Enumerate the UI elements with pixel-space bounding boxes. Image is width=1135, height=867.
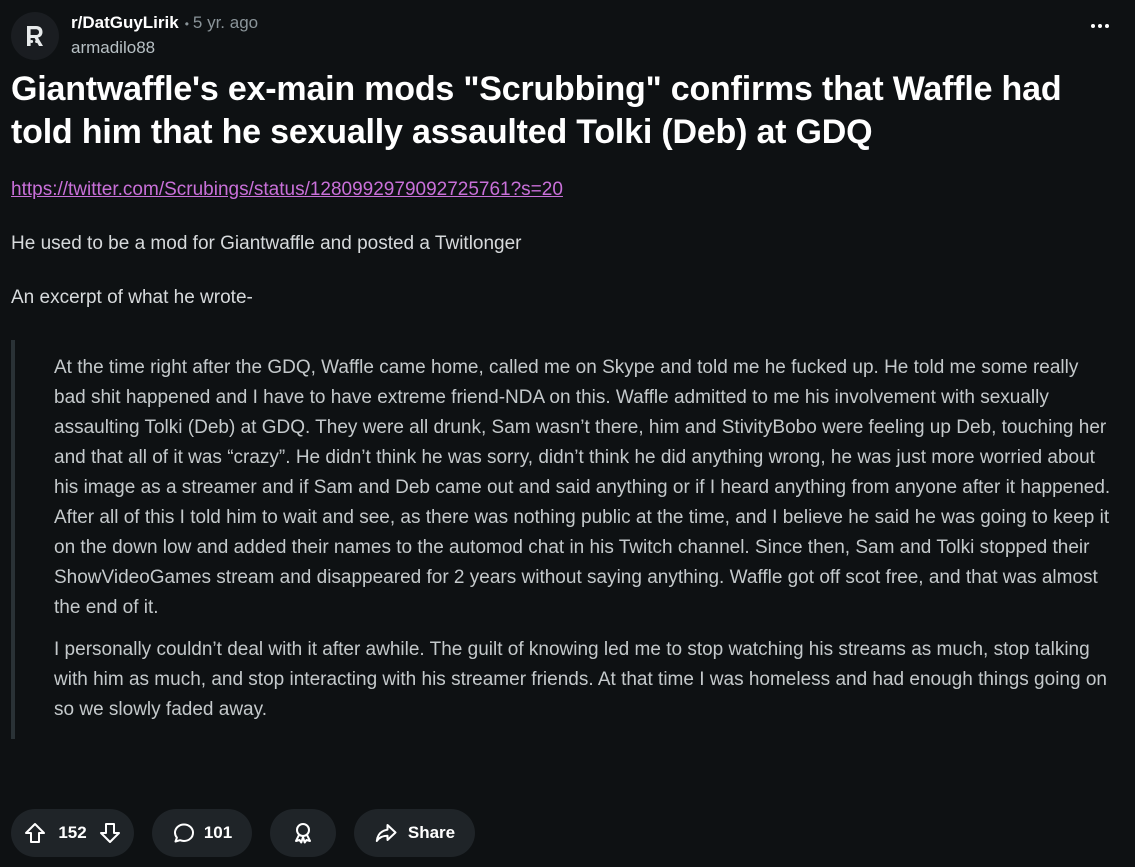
post-paragraph: He used to be a mod for Giantwaffle and … (11, 233, 522, 254)
post-title[interactable]: Giantwaffle's ex-main mods "Scrubbing" c… (11, 68, 1111, 154)
upvote-arrow-icon[interactable] (23, 821, 47, 845)
share-label: Share (407, 823, 456, 842)
post-age: 5 yr. ago (192, 13, 259, 32)
quote-paragraph: I personally couldn’t deal with it after… (54, 639, 1107, 720)
award-button[interactable] (270, 809, 336, 857)
subreddit-name[interactable]: r/DatGuyLirik (71, 12, 179, 34)
comments-button[interactable]: 101 (152, 809, 252, 857)
share-button[interactable]: Share (354, 809, 475, 857)
award-icon (291, 821, 315, 845)
downvote-arrow-icon[interactable] (98, 821, 122, 845)
post-blockquote: At the time right after the GDQ, Waffle … (11, 340, 1111, 739)
vote-count: 152 (58, 823, 87, 842)
post-body: https://twitter.com/Scrubings/status/128… (11, 175, 1111, 739)
comment-bubble-icon (172, 821, 196, 845)
share-arrow-icon (374, 821, 398, 845)
meta-separator: • (184, 17, 189, 31)
action-bar: 152 101 Share (11, 809, 475, 857)
post-author[interactable]: armadilo88 (71, 37, 258, 59)
vote-pill: 152 (11, 809, 134, 857)
post-header: r/DatGuyLirik • 5 yr. ago armadilo88 (11, 12, 258, 60)
more-options-icon[interactable] (1091, 24, 1109, 28)
post-meta: r/DatGuyLirik • 5 yr. ago armadilo88 (71, 12, 258, 59)
quote-paragraph: At the time right after the GDQ, Waffle … (54, 357, 1111, 618)
post-link[interactable]: https://twitter.com/Scrubings/status/128… (11, 175, 563, 205)
subreddit-avatar[interactable] (11, 12, 59, 60)
post-paragraph: An excerpt of what he wrote- (11, 287, 253, 308)
comment-count: 101 (203, 823, 233, 842)
reddit-logo-icon (27, 26, 43, 46)
post-page: r/DatGuyLirik • 5 yr. ago armadilo88 Gia… (0, 0, 1135, 867)
